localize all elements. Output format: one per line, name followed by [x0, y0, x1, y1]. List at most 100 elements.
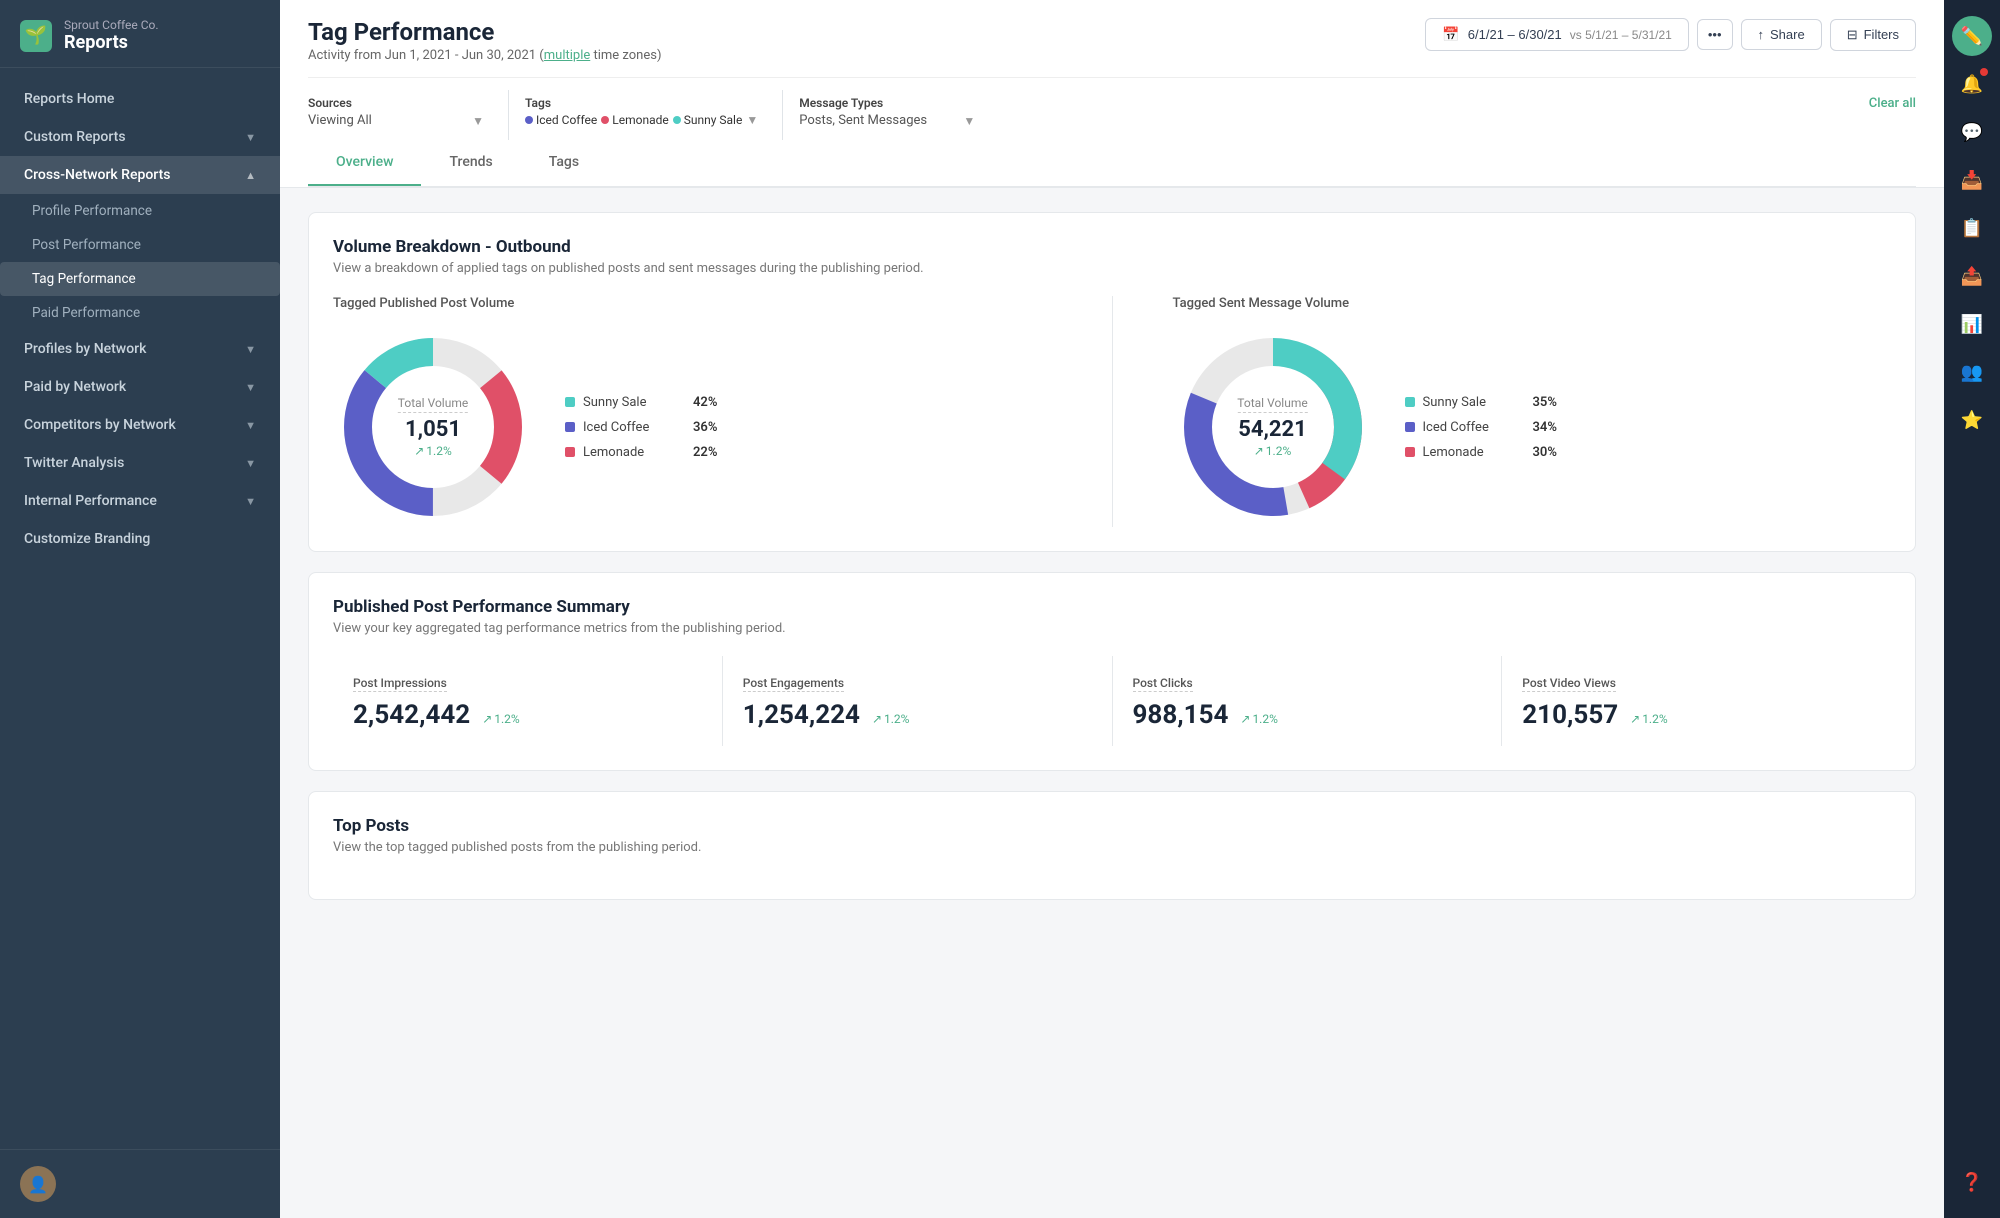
- sidebar-item-internal-performance[interactable]: Internal Performance ▼: [0, 482, 280, 520]
- chevron-down-icon: ▼: [245, 495, 256, 508]
- sidebar-nav: Reports Home Custom Reports ▼ Cross-Netw…: [0, 68, 280, 1149]
- reviews-button[interactable]: ⭐: [1952, 400, 1992, 440]
- donut1-center: Total Volume 1,051 ↗ 1.2%: [398, 396, 468, 458]
- chevron-down-icon: ▼: [472, 114, 484, 128]
- edit-button[interactable]: ✏️: [1952, 16, 1992, 56]
- tag-iced-coffee: Iced Coffee: [525, 113, 597, 127]
- tabs-row: Overview Trends Tags: [308, 140, 1916, 187]
- stat-post-video-views: Post Video Views 210,557 ↗ 1.2%: [1502, 656, 1891, 746]
- clear-all-button[interactable]: Clear all: [1869, 90, 1916, 140]
- analytics-button[interactable]: 📊: [1952, 304, 1992, 344]
- chart2-legend: Sunny Sale 35% Iced Coffee 34% Lemonade: [1405, 395, 1557, 460]
- sidebar-item-profiles-by-network[interactable]: Profiles by Network ▼: [0, 330, 280, 368]
- notification-badge: [1980, 68, 1988, 76]
- chart1-content: Total Volume 1,051 ↗ 1.2%: [333, 327, 1052, 527]
- page-header: Tag Performance Activity from Jun 1, 202…: [280, 0, 1944, 188]
- tasks-button[interactable]: 📋: [1952, 208, 1992, 248]
- sidebar-item-post-performance[interactable]: Post Performance: [0, 228, 280, 262]
- tag-color-dot: [525, 116, 533, 124]
- sidebar-item-paid-by-network[interactable]: Paid by Network ▼: [0, 368, 280, 406]
- team-button[interactable]: 👥: [1952, 352, 1992, 392]
- sidebar-item-profile-performance[interactable]: Profile Performance: [0, 194, 280, 228]
- chevron-down-icon: ▼: [963, 114, 975, 128]
- app-title: Reports: [64, 32, 159, 53]
- donut2-center: Total Volume 54,221 ↗ 1.2%: [1237, 396, 1307, 458]
- messages-button[interactable]: 💬: [1952, 112, 1992, 152]
- timezone-link[interactable]: multiple: [544, 48, 591, 63]
- performance-summary-card: Published Post Performance Summary View …: [308, 572, 1916, 771]
- legend-color-dot: [565, 397, 575, 407]
- stats-row: Post Impressions 2,542,442 ↗ 1.2% Post E…: [333, 656, 1891, 746]
- legend-color-dot: [1405, 397, 1415, 407]
- sidebar: 🌱 Sprout Coffee Co. Reports Reports Home…: [0, 0, 280, 1218]
- chevron-down-icon: ▼: [245, 457, 256, 470]
- more-options-button[interactable]: •••: [1697, 19, 1733, 50]
- date-range-button[interactable]: 📅 6/1/21 – 6/30/21 vs 5/1/21 – 5/31/21: [1425, 18, 1689, 51]
- sidebar-item-cross-network[interactable]: Cross-Network Reports ▲: [0, 156, 280, 194]
- legend-color-dot: [565, 447, 575, 457]
- page-subtitle: Activity from Jun 1, 2021 - Jun 30, 2021…: [308, 48, 662, 63]
- legend-item: Lemonade 22%: [565, 445, 717, 460]
- performance-card-desc: View your key aggregated tag performance…: [333, 621, 1891, 636]
- sources-filter[interactable]: Sources Viewing All ▼: [308, 90, 508, 140]
- filters-button[interactable]: ⊟ Filters: [1830, 19, 1916, 51]
- sidebar-footer: 👤: [0, 1149, 280, 1218]
- chart2-label: Tagged Sent Message Volume: [1173, 296, 1892, 311]
- arrow-up-icon: ↗: [1240, 712, 1250, 726]
- legend-item: Sunny Sale 42%: [565, 395, 717, 410]
- tag-color-dot: [601, 116, 609, 124]
- share-button[interactable]: ↑ Share: [1741, 19, 1822, 50]
- legend-item: Sunny Sale 35%: [1405, 395, 1557, 410]
- inbox-button[interactable]: 📥: [1952, 160, 1992, 200]
- tags-filter[interactable]: Tags Iced Coffee Lemonade Sunny Sale ▼: [525, 90, 782, 140]
- arrow-up-icon: ↗: [482, 712, 492, 726]
- tag-sunny-sale: Sunny Sale: [673, 113, 743, 127]
- legend-item: Iced Coffee 34%: [1405, 420, 1557, 435]
- company-name: Sprout Coffee Co.: [64, 18, 159, 32]
- notifications-button[interactable]: 🔔: [1952, 64, 1992, 104]
- donut-chart-2: Total Volume 54,221 ↗ 1.2%: [1173, 327, 1373, 527]
- top-posts-card: Top Posts View the top tagged published …: [308, 791, 1916, 900]
- help-button[interactable]: ❓: [1952, 1162, 1992, 1202]
- legend-item: Lemonade 30%: [1405, 445, 1557, 460]
- header-actions: 📅 6/1/21 – 6/30/21 vs 5/1/21 – 5/31/21 •…: [1425, 18, 1916, 51]
- sidebar-item-competitors-by-network[interactable]: Competitors by Network ▼: [0, 406, 280, 444]
- filter-divider: [782, 90, 783, 140]
- chevron-down-icon: ▼: [245, 343, 256, 356]
- chevron-down-icon: ▼: [245, 131, 256, 144]
- sidebar-item-tag-performance[interactable]: Tag Performance: [0, 262, 280, 296]
- donut-chart-1: Total Volume 1,051 ↗ 1.2%: [333, 327, 533, 527]
- filter-icon: ⊟: [1847, 27, 1858, 43]
- legend-color-dot: [1405, 447, 1415, 457]
- tab-overview[interactable]: Overview: [308, 140, 421, 186]
- volume-breakdown-card: Volume Breakdown - Outbound View a break…: [308, 212, 1916, 552]
- right-icon-bar: ✏️ 🔔 💬 📥 📋 📤 📊 👥 ⭐ ❓: [1944, 0, 2000, 1218]
- chevron-down-icon: ▼: [746, 113, 758, 127]
- sidebar-item-twitter-analysis[interactable]: Twitter Analysis ▼: [0, 444, 280, 482]
- publish-button[interactable]: 📤: [1952, 256, 1992, 296]
- chevron-down-icon: ▼: [245, 381, 256, 394]
- message-types-filter[interactable]: Message Types Posts, Sent Messages ▼: [799, 90, 999, 140]
- calendar-icon: 📅: [1442, 26, 1459, 43]
- performance-card-title: Published Post Performance Summary: [333, 597, 1891, 617]
- chevron-up-icon: ▲: [245, 169, 256, 182]
- sidebar-item-custom-reports[interactable]: Custom Reports ▼: [0, 118, 280, 156]
- arrow-up-icon: ↗: [872, 712, 882, 726]
- sidebar-item-customize-branding[interactable]: Customize Branding: [0, 520, 280, 558]
- chart2-section: Tagged Sent Message Volume: [1173, 296, 1892, 527]
- sidebar-item-reports-home[interactable]: Reports Home: [0, 80, 280, 118]
- arrow-up-icon: ↗: [1254, 444, 1264, 458]
- top-posts-desc: View the top tagged published posts from…: [333, 840, 1891, 855]
- sidebar-header: 🌱 Sprout Coffee Co. Reports: [0, 0, 280, 68]
- page-title: Tag Performance: [308, 18, 662, 46]
- charts-row: Tagged Published Post Volume: [333, 296, 1891, 527]
- legend-color-dot: [565, 422, 575, 432]
- tab-tags[interactable]: Tags: [521, 140, 607, 186]
- stat-post-clicks: Post Clicks 988,154 ↗ 1.2%: [1113, 656, 1503, 746]
- sidebar-item-paid-performance[interactable]: Paid Performance: [0, 296, 280, 330]
- stat-post-impressions: Post Impressions 2,542,442 ↗ 1.2%: [333, 656, 723, 746]
- chart-divider: [1112, 296, 1113, 527]
- chart1-label: Tagged Published Post Volume: [333, 296, 1052, 311]
- user-avatar[interactable]: 👤: [20, 1166, 56, 1202]
- tab-trends[interactable]: Trends: [421, 140, 520, 186]
